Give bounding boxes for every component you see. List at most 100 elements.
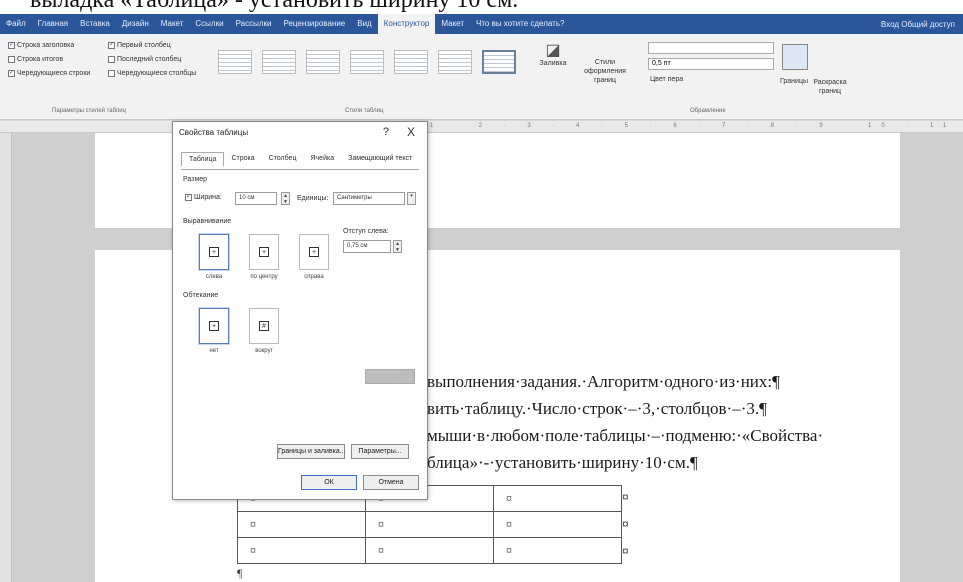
tab-design[interactable]: Дизайн (116, 14, 155, 34)
option-header-row[interactable]: ✓ Строка заголовка (8, 42, 74, 49)
wrap-none-icon: + (209, 321, 219, 331)
close-icon[interactable]: X (407, 125, 415, 139)
ribbon-body: ✓ Строка заголовка ✓ Первый столбец Строка… (0, 34, 963, 120)
table-style-2[interactable] (262, 50, 296, 74)
wrap-none-label: нет (209, 348, 219, 354)
border-styles-button[interactable]: Стили оформления границ (576, 58, 634, 85)
checkbox-icon: ✓ (185, 194, 192, 201)
width-spinner[interactable]: ▲ ▼ (281, 192, 290, 205)
border-painter-button[interactable]: Раскраска границ (810, 78, 850, 96)
option-banded-columns[interactable]: Чередующиеся столбцы (108, 70, 196, 77)
paragraph-mark: ¶ (237, 566, 243, 580)
table-style-5[interactable] (394, 50, 428, 74)
wrap-around-option[interactable]: # (249, 308, 279, 344)
group-label-table-styles: Стили таблиц (345, 108, 384, 114)
option-banded-rows[interactable]: ✓ Чередующиеся строки (8, 70, 90, 77)
checkbox-icon: ✓ (8, 70, 15, 77)
tell-me-search[interactable]: Что вы хотите сделать? (470, 14, 570, 34)
borders-icon[interactable] (782, 44, 808, 70)
row-end-mark: ¤ (622, 490, 629, 504)
doc-line-2[interactable]: вить·таблицу.·Число·строк·–·3,·столбцов·… (427, 399, 767, 419)
positioning-button[interactable]: Размещение... (365, 369, 415, 384)
align-left-label: слева (205, 274, 223, 280)
indent-input[interactable]: 0,75 см (343, 240, 391, 253)
align-right-option[interactable]: + (299, 234, 329, 270)
width-input[interactable]: 10 см (235, 192, 277, 205)
table-style-7[interactable] (482, 50, 516, 74)
cancel-button[interactable]: Отмена (363, 475, 419, 490)
dialog-tabs: Таблица Строка Столбец Ячейка Замещающий… (181, 152, 419, 166)
tab-insert[interactable]: Вставка (74, 14, 116, 34)
tab-home[interactable]: Главная (32, 14, 74, 34)
table-cell[interactable]: ¤ (493, 485, 622, 512)
tab-file[interactable]: Файл (0, 14, 32, 34)
heading-text: выладка «Таблица» - установить ширину 10… (30, 0, 519, 13)
table-style-4[interactable] (350, 50, 384, 74)
group-label-style-options: Параметры стилей таблиц (52, 108, 127, 114)
tab-layout[interactable]: Макет (155, 14, 190, 34)
doc-line-1[interactable]: выполнения·задания.·Алгоритм·одного·из·н… (427, 372, 780, 392)
tab-cell[interactable]: Ячейка (303, 152, 341, 166)
table-style-1[interactable] (218, 50, 252, 74)
option-last-column[interactable]: Последний столбец (108, 56, 181, 63)
borders-button[interactable]: Границы (780, 78, 808, 85)
paint-bucket-icon: ◪ (545, 42, 561, 59)
table-cell[interactable]: ¤ (365, 511, 494, 538)
tab-review[interactable]: Рецензирование (277, 14, 351, 34)
wrap-around-icon: # (259, 321, 269, 331)
table-cell[interactable]: ¤ (365, 537, 494, 564)
option-total-row[interactable]: Строка итогов (8, 56, 63, 63)
align-center-label: по центру (250, 274, 278, 280)
tab-alt-text[interactable]: Замещающий текст (341, 152, 419, 166)
tab-references[interactable]: Ссылки (189, 14, 229, 34)
align-left-option[interactable]: + (199, 234, 229, 270)
ruler-ticks: 1 · 2 · 3 · 4 · 5 · 6 · 7 · 8 · 9 · 10 ·… (430, 123, 963, 129)
options-button[interactable]: Параметры... (351, 444, 409, 459)
help-icon[interactable]: ? (383, 126, 389, 138)
table-cell[interactable]: ¤ (493, 537, 622, 564)
tab-table[interactable]: Таблица (181, 152, 225, 166)
tab-row[interactable]: Строка (224, 152, 261, 166)
tab-column[interactable]: Столбец (262, 152, 304, 166)
table-cell[interactable]: ¤ (237, 537, 366, 564)
user-signin[interactable]: Вход Общий доступ (881, 20, 963, 29)
doc-line-4[interactable]: блица»·-·установить·ширину·10·см.¶ (427, 453, 698, 473)
pen-color-button[interactable]: Цвет пера (650, 76, 683, 83)
tab-view[interactable]: Вид (351, 14, 377, 34)
checkbox-icon: ✓ (8, 42, 15, 49)
align-right-icon: + (309, 247, 319, 257)
units-select[interactable]: Сантиметры (333, 192, 405, 205)
align-left-icon: + (209, 247, 219, 257)
table-cell[interactable]: ¤ (237, 511, 366, 538)
align-center-icon: + (259, 247, 269, 257)
table-cell[interactable]: ¤ (493, 511, 622, 538)
option-first-column[interactable]: ✓ Первый столбец (108, 42, 171, 49)
wrap-none-option[interactable]: + (199, 308, 229, 344)
ok-button[interactable]: ОК (301, 475, 357, 490)
table-style-3[interactable] (306, 50, 340, 74)
tab-table-design[interactable]: Конструктор (377, 14, 436, 34)
pen-weight-select[interactable]: 0,5 пт (648, 58, 774, 70)
checkbox-icon (8, 56, 15, 63)
tab-mailings[interactable]: Рассылки (230, 14, 278, 34)
table-properties-dialog: Свойства таблицы ? X Таблица Строка Стол… (172, 121, 428, 500)
table-style-6[interactable] (438, 50, 472, 74)
doc-line-3[interactable]: мыши·в·любом·поле·таблицы·–·подменю:·«Св… (427, 426, 823, 446)
borders-shading-button[interactable]: Границы и заливка... (277, 444, 346, 459)
checkbox-icon (108, 70, 115, 77)
dialog-panel-table: Размер ✓ Ширина: 10 см ▲ ▼ Единицы: Сантим… (181, 169, 419, 469)
width-checkbox[interactable]: ✓ Ширина: (185, 194, 222, 201)
section-alignment: Выравнивание (183, 218, 232, 225)
section-size: Размер (183, 176, 208, 183)
align-center-option[interactable]: + (249, 234, 279, 270)
horizontal-ruler[interactable]: 1 · 2 · 3 · 4 · 5 · 6 · 7 · 8 · 9 · 10 ·… (0, 121, 963, 133)
ribbon-tabbar: Файл Главная Вставка Дизайн Макет Ссылки… (0, 14, 963, 34)
pen-style-select[interactable] (648, 42, 774, 54)
shading-button[interactable]: ◪ Заливка (538, 42, 568, 67)
tab-table-layout[interactable]: Макет (435, 14, 470, 34)
heading-crop: выладка «Таблица» - установить ширину 10… (0, 0, 963, 14)
chevron-down-icon[interactable]: ▾ (407, 192, 416, 205)
table-row: ¤ ¤ ¤ (237, 511, 622, 538)
vertical-ruler[interactable] (0, 133, 12, 582)
indent-spinner[interactable]: ▲ ▼ (393, 240, 402, 253)
